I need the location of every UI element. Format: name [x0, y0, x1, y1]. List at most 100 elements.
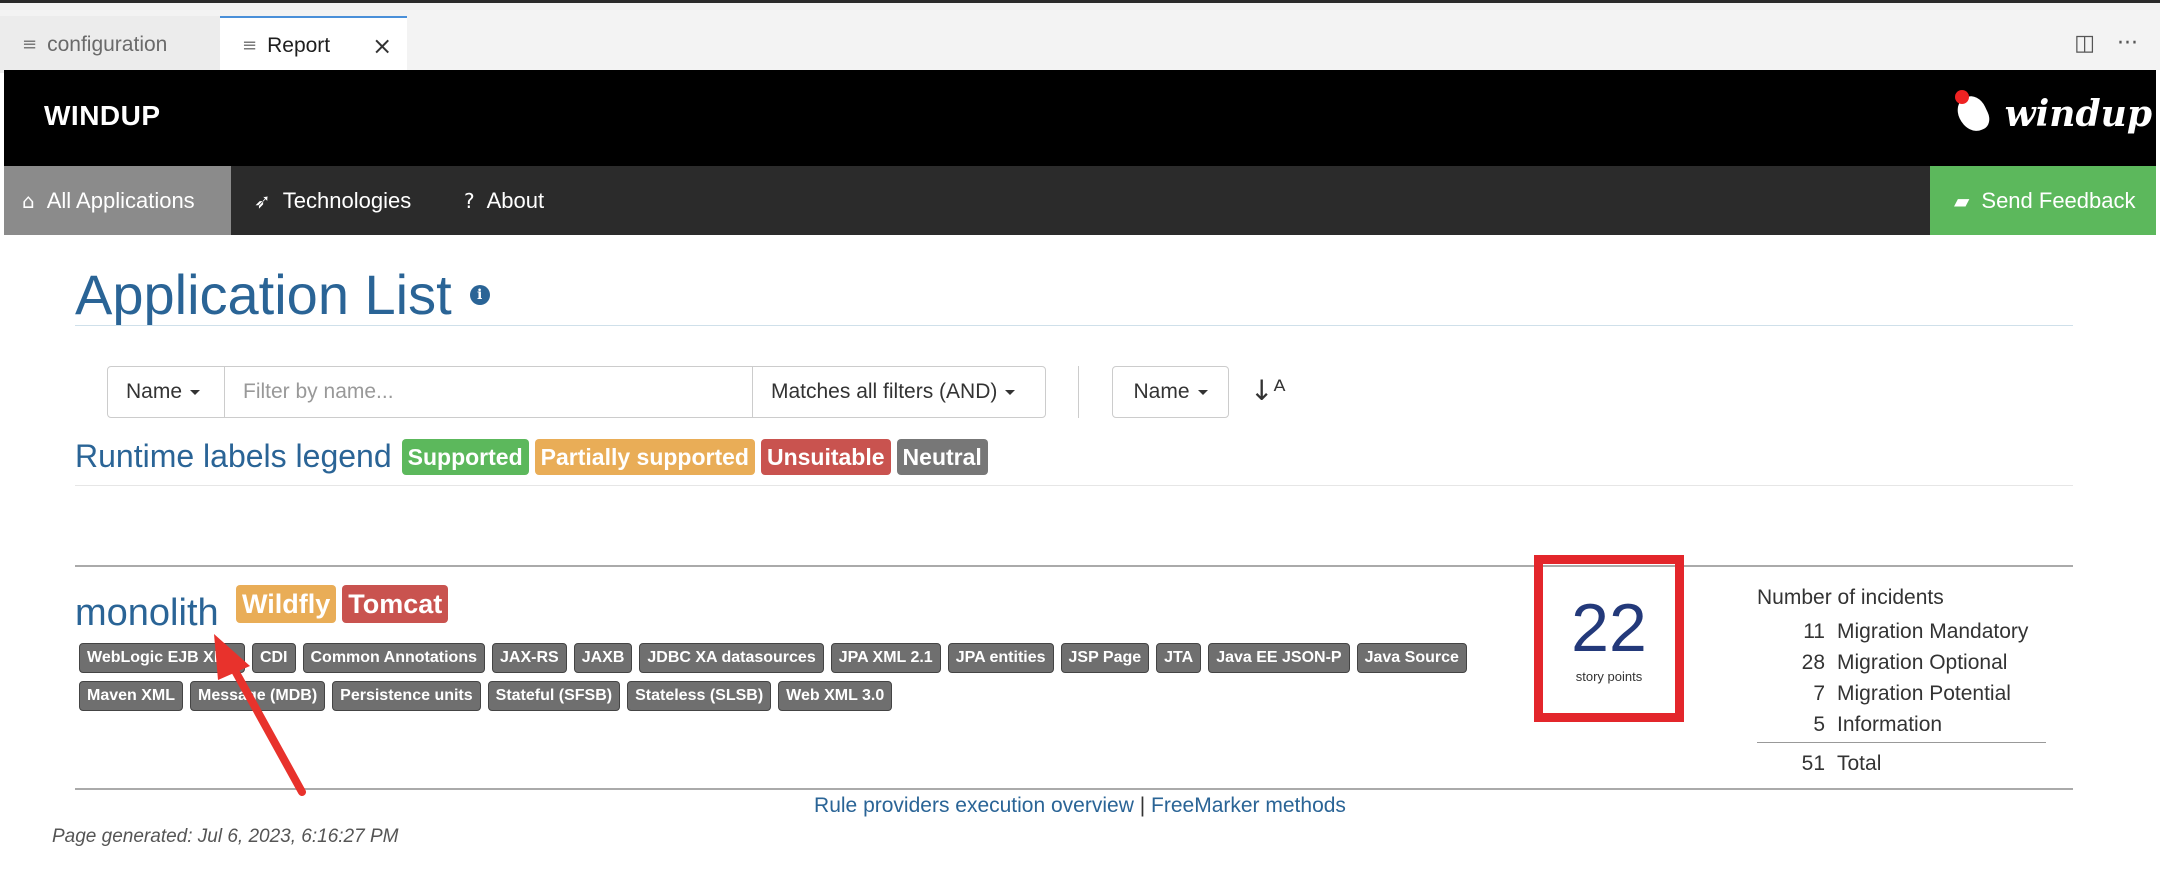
runtime-label-wildfly: Wildfly: [236, 585, 337, 623]
incident-label: Migration Potential: [1837, 681, 2011, 705]
incident-row: 7 Migration Potential: [1757, 678, 2047, 709]
rule-providers-link[interactable]: Rule providers execution overview: [814, 794, 1134, 817]
technology-tag: JTA: [1156, 643, 1202, 673]
technology-tag: JPA XML 2.1: [830, 643, 941, 673]
technology-tag: Stateless (SLSB): [627, 681, 772, 711]
divider: [75, 485, 2073, 486]
comment-icon: ▰: [1954, 188, 1970, 213]
tab-report[interactable]: ≡ Report ×: [220, 16, 407, 73]
nav-all-applications[interactable]: ⌂ All Applications: [4, 166, 231, 235]
divider: [75, 565, 2073, 567]
technology-tag: JAXB: [573, 643, 633, 673]
split-editor-icon[interactable]: ◫: [2074, 31, 2095, 56]
label-unsuitable: Unsuitable: [760, 438, 891, 475]
bird-logo-icon: [1952, 90, 2001, 138]
technology-tag: Persistence units: [332, 681, 481, 711]
page-title-text: Application List: [75, 263, 452, 326]
question-circle-icon: ?: [464, 188, 475, 213]
application-link[interactable]: monolith: [75, 592, 219, 635]
application-runtimes: Wildfly Tomcat: [236, 585, 454, 623]
sort-alpha-icon[interactable]: ↓ᴬ: [1250, 374, 1286, 407]
sort-field-dropdown[interactable]: Name: [1112, 366, 1229, 418]
label-partially-supported: Partially supported: [534, 438, 755, 475]
runtime-label-tomcat: Tomcat: [342, 585, 449, 623]
filter-input[interactable]: [225, 367, 753, 417]
incident-total-row: 51 Total: [1757, 748, 2047, 779]
toolbar-separator: [1078, 366, 1079, 418]
footer-separator: |: [1139, 794, 1146, 817]
incident-total-count: 51: [1801, 751, 1825, 775]
nav-technologies[interactable]: ➶ Technologies: [254, 166, 411, 235]
caret-down-icon: [190, 389, 201, 395]
caret-down-icon: [1197, 389, 1208, 395]
story-points-label: story points: [1575, 669, 1643, 684]
nav-label: About: [486, 187, 545, 213]
incident-count: 11: [1803, 619, 1825, 643]
filter-group: Name Matches all filters (AND): [107, 366, 1046, 418]
divider: [1757, 742, 2046, 743]
technology-tag: Web XML 3.0: [778, 681, 893, 711]
incidents-summary: Number of incidents 11 Migration Mandato…: [1757, 586, 2047, 779]
tab-label: configuration: [47, 32, 168, 56]
technology-tag: Common Annotations: [302, 643, 485, 673]
technology-tag: Java Source: [1356, 643, 1467, 673]
technology-tag: JPA entities: [947, 643, 1054, 673]
nav-about[interactable]: ? About: [464, 166, 544, 235]
annotation-arrow-icon: [214, 634, 306, 796]
main-nav: ⌂ All Applications ➶ Technologies ? Abou…: [4, 166, 2156, 235]
divider: [75, 325, 2073, 326]
incident-row: 11 Migration Mandatory: [1757, 616, 2047, 647]
filter-field-label: Name: [126, 380, 183, 403]
match-mode-dropdown[interactable]: Matches all filters (AND): [753, 367, 1045, 417]
story-points-box: 22 story points: [1534, 555, 1684, 722]
incident-total-label: Total: [1837, 751, 1882, 775]
close-icon[interactable]: ×: [372, 32, 392, 60]
runtime-legend: Runtime labels legend Supported Partiall…: [75, 438, 994, 475]
match-mode-label: Matches all filters (AND): [771, 380, 998, 403]
page-title: Application List i: [75, 262, 490, 327]
logo-text: windup: [2004, 93, 2152, 135]
story-points-value: 22: [1571, 590, 1647, 666]
home-icon: ⌂: [22, 188, 35, 213]
caret-down-icon: [1005, 389, 1016, 395]
brand-title[interactable]: WINDUP: [44, 100, 161, 132]
feedback-label: Send Feedback: [1981, 187, 2136, 213]
nav-label: All Applications: [46, 187, 195, 213]
tab-configuration[interactable]: ≡ configuration: [0, 16, 220, 73]
label-neutral: Neutral: [896, 438, 988, 475]
technology-tag: JDBC XA datasources: [639, 643, 824, 673]
technology-tag: Java EE JSON-P: [1208, 643, 1350, 673]
incident-row: 28 Migration Optional: [1757, 647, 2047, 678]
divider: [75, 788, 2073, 790]
incident-label: Migration Optional: [1837, 650, 2008, 674]
document-icon: ≡: [242, 35, 258, 56]
app-header: WINDUP windup: [4, 70, 2156, 166]
nav-label: Technologies: [282, 187, 412, 213]
document-icon: ≡: [22, 34, 38, 55]
legend-title: Runtime labels legend: [75, 438, 392, 474]
incident-label: Migration Mandatory: [1837, 619, 2029, 643]
freemarker-methods-link[interactable]: FreeMarker methods: [1151, 794, 1346, 817]
incident-count: 28: [1801, 650, 1825, 674]
tab-label: Report: [267, 33, 331, 57]
incident-count: 5: [1813, 712, 1825, 736]
windup-logo: windup: [1952, 90, 2152, 138]
page-generated-timestamp: Page generated: Jul 6, 2023, 6:16:27 PM: [52, 826, 399, 847]
editor-tab-bar: ≡ configuration ≡ Report × ◫ ···: [0, 0, 2160, 73]
more-actions-icon[interactable]: ···: [2117, 31, 2138, 56]
sort-field-label: Name: [1133, 380, 1190, 403]
send-feedback-button[interactable]: ▰ Send Feedback: [1930, 166, 2156, 235]
editor-actions: ◫ ···: [2074, 31, 2138, 56]
incidents-title: Number of incidents: [1757, 586, 1944, 609]
footer-links: Rule providers execution overview | Free…: [0, 794, 2160, 818]
incident-row: 5 Information: [1757, 709, 2047, 740]
label-supported: Supported: [401, 438, 529, 475]
technology-tag: Maven XML: [79, 681, 184, 711]
technology-tag: JSP Page: [1060, 643, 1150, 673]
incident-label: Information: [1837, 712, 1943, 736]
filter-field-dropdown[interactable]: Name: [108, 367, 225, 417]
technology-tag: Stateful (SFSB): [487, 681, 621, 711]
incident-count: 7: [1813, 681, 1825, 705]
info-icon[interactable]: i: [469, 284, 490, 305]
rocket-icon: ➶: [254, 188, 271, 213]
